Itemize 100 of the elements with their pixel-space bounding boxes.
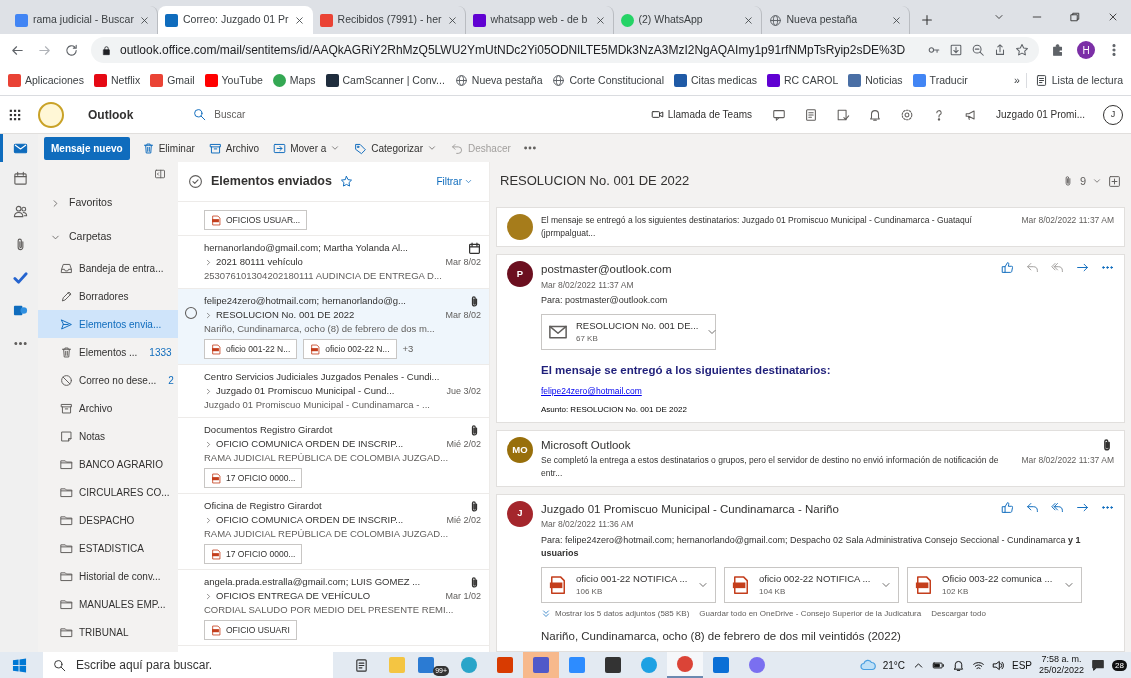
message-card[interactable]: MO Microsoft Outlook Se completó la entrega a estos destinatarios o grupos, pero el servidor de destino no envió información de notificación de entr... Mar 8/02/2022 11:37 AM bbox=[496, 429, 1125, 487]
folder-group-header[interactable]: Favoritos bbox=[38, 186, 178, 220]
speaker-icon[interactable] bbox=[992, 658, 1006, 672]
folder-item[interactable]: Bandeja de entra... bbox=[38, 254, 178, 282]
address-bar[interactable]: outlook.office.com/mail/sentitems/id/AAQkAGRiY2RhMzQ5LWU2YmUtNDc2Yi05ODNlLTE5MDk3NzA3MzI2NgAQAImy1p91rfNMpTsRyip2sDE%3D bbox=[91, 37, 1039, 63]
checklist-icon[interactable] bbox=[836, 107, 851, 122]
message-row[interactable]: felipe24zero@hotmail.com; hernanorlando@g... RESOLUCION No. 001 DE 2022 Mar 8/02 Nariño, Cundinamarca, ocho (8) de febrero de dos m... oficio 001-22 N... oficio 002-22 N... +3 bbox=[178, 289, 489, 365]
browser-tab[interactable]: rama judicial - Buscar bbox=[8, 6, 158, 34]
bookmark-link[interactable]: Aplicaciones bbox=[6, 72, 86, 89]
attachment-chip[interactable]: OFICIO USUARI bbox=[204, 620, 297, 640]
close-icon[interactable] bbox=[293, 14, 305, 26]
close-icon[interactable] bbox=[594, 14, 606, 26]
attachment-chip[interactable]: oficio 001-22 N... bbox=[204, 339, 298, 359]
folder-item[interactable]: Historial de conv... bbox=[38, 562, 178, 590]
reload-icon[interactable] bbox=[64, 42, 79, 58]
attachment-card[interactable]: RESOLUCION No. 001 DE... 67 KB bbox=[541, 313, 716, 350]
toolbar-button[interactable]: Archivo bbox=[206, 140, 262, 156]
toolbar-button[interactable]: Mover a bbox=[271, 140, 343, 156]
task-view-icon[interactable] bbox=[353, 657, 369, 673]
star-icon[interactable] bbox=[1015, 43, 1029, 57]
more-attachments-count[interactable]: +3 bbox=[402, 342, 414, 356]
settings-icon[interactable] bbox=[900, 107, 915, 122]
chevron-icon[interactable] bbox=[204, 439, 213, 449]
thumbs-up-icon[interactable] bbox=[1001, 261, 1014, 275]
checkmark-icon[interactable] bbox=[13, 270, 28, 285]
close-icon[interactable] bbox=[138, 14, 150, 26]
teams-call-button[interactable]: Llamada de Teams bbox=[648, 107, 755, 122]
bookmark-link[interactable]: Traducir bbox=[910, 72, 970, 89]
folder-item[interactable]: CIRCULARES CO... bbox=[38, 478, 178, 506]
folder-item[interactable]: TRIBUNAL bbox=[38, 618, 178, 646]
bookmarks-overflow[interactable]: » bbox=[1013, 72, 1020, 89]
zoom-icon[interactable] bbox=[971, 43, 985, 57]
attachment-card[interactable]: Oficio 003-22 comunica ... 102 KB bbox=[907, 566, 1082, 603]
app-icon[interactable] bbox=[677, 656, 693, 672]
bookmark-link[interactable]: Citas medicas bbox=[672, 72, 759, 89]
browser-tab[interactable]: (2) WhatsApp bbox=[613, 6, 762, 34]
app-icon[interactable] bbox=[13, 303, 28, 318]
chevron-icon[interactable] bbox=[204, 310, 213, 320]
filter-button[interactable]: Filtrar bbox=[430, 173, 479, 190]
message-card[interactable]: El mensaje se entregó a los siguientes destinatarios: Juzgado 01 Promiscuo Municipal - Cundinamarca - Guataquí (jprmpalguat... Mar 8/02/2022 11:37 AM bbox=[496, 207, 1125, 248]
attachment-action-link[interactable]: Mostrar los 5 datos adjuntos (585 KB) bbox=[541, 607, 690, 620]
folder-item[interactable]: BANCO AGRARIO bbox=[38, 450, 178, 478]
attachment-card[interactable]: oficio 002-22 NOTIFICA ... 104 KB bbox=[724, 566, 899, 603]
folder-item[interactable]: ESTADISTICA bbox=[38, 534, 178, 562]
folder-item[interactable]: Correo no dese... 2 bbox=[38, 366, 178, 394]
select-all-icon[interactable] bbox=[188, 174, 203, 189]
expand-icon[interactable] bbox=[1108, 174, 1121, 188]
chat-icon[interactable] bbox=[772, 107, 787, 122]
people-icon[interactable] bbox=[13, 204, 28, 219]
attachment-chip[interactable]: OFICIOS USUAR... bbox=[204, 210, 308, 230]
bookmark-link[interactable]: Nueva pestaña bbox=[452, 72, 545, 89]
reading-list-link[interactable]: Lista de lectura bbox=[1025, 72, 1125, 89]
folder-group-header[interactable]: Carpetas bbox=[38, 220, 178, 254]
chevron-icon[interactable] bbox=[204, 386, 213, 396]
folder-item[interactable]: Archivo bbox=[38, 394, 178, 422]
tray-app-icon[interactable] bbox=[952, 658, 966, 672]
attachment-card[interactable]: oficio 001-22 NOTIFICA ... 106 KB bbox=[541, 566, 716, 603]
bookmark-link[interactable]: Gmail bbox=[148, 72, 197, 89]
toolbar-button[interactable]: Categorizar bbox=[352, 140, 439, 156]
calendar-icon[interactable] bbox=[13, 171, 28, 186]
new-tab-icon[interactable] bbox=[919, 13, 934, 27]
app-icon[interactable] bbox=[749, 657, 765, 673]
app-launcher-icon[interactable] bbox=[8, 107, 22, 122]
restore-icon[interactable] bbox=[1069, 11, 1081, 23]
extensions-icon[interactable] bbox=[1051, 43, 1065, 57]
radio-circle-icon[interactable] bbox=[184, 306, 198, 320]
close-icon[interactable] bbox=[890, 14, 902, 26]
language-indicator[interactable]: ESP bbox=[1012, 657, 1033, 673]
start-icon[interactable] bbox=[12, 657, 27, 673]
thumbs-up-icon[interactable] bbox=[1001, 500, 1014, 514]
clock-time[interactable]: 7:58 a. m. bbox=[1041, 654, 1082, 665]
close-icon[interactable] bbox=[446, 14, 458, 26]
message-card[interactable] bbox=[496, 493, 1125, 652]
browser-tab[interactable]: whatsapp web - de b bbox=[465, 6, 614, 34]
attachment-chip[interactable]: 17 OFICIO 0000... bbox=[204, 544, 303, 564]
reply-all-icon[interactable] bbox=[1051, 500, 1064, 514]
chevron-icon[interactable] bbox=[204, 591, 213, 601]
folder-item[interactable]: DESPACHO bbox=[38, 506, 178, 534]
folder-item[interactable]: Notas bbox=[38, 422, 178, 450]
bookmark-link[interactable]: CamScanner | Conv... bbox=[323, 72, 447, 89]
share-icon[interactable] bbox=[993, 43, 1007, 57]
close-icon[interactable] bbox=[1107, 11, 1119, 23]
folder-item[interactable]: Elementos ... 1333 bbox=[38, 338, 178, 366]
chevron-icon[interactable] bbox=[204, 515, 213, 525]
email-link[interactable]: felipe24zero@hotmail.com bbox=[541, 385, 642, 398]
clock-date[interactable]: 25/02/2022 bbox=[1039, 665, 1085, 676]
temperature[interactable]: 21°C bbox=[882, 657, 906, 673]
attachment-chip[interactable]: 17 OFICIO 0000... bbox=[204, 468, 303, 488]
browser-tab[interactable]: Recibidos (7991) - her bbox=[312, 6, 466, 34]
attachment-action-link[interactable]: Descargar todo bbox=[931, 607, 986, 620]
notification-center-icon[interactable] bbox=[1091, 658, 1106, 672]
taskbar-search-field[interactable]: Escribe aquí para buscar. bbox=[43, 652, 333, 678]
profile-avatar[interactable]: H bbox=[1077, 41, 1095, 59]
chevron-icon[interactable] bbox=[204, 257, 213, 267]
collapse-pane-icon[interactable] bbox=[154, 168, 166, 180]
folder-item[interactable]: Elementos envia... bbox=[38, 310, 178, 338]
attachment-chip[interactable]: oficio 002-22 N... bbox=[303, 339, 397, 359]
browser-tab[interactable]: Nueva pestaña bbox=[761, 6, 910, 34]
browser-tab[interactable]: Correo: Juzgado 01 Pr bbox=[157, 6, 313, 34]
bookmark-link[interactable]: Maps bbox=[270, 72, 318, 89]
